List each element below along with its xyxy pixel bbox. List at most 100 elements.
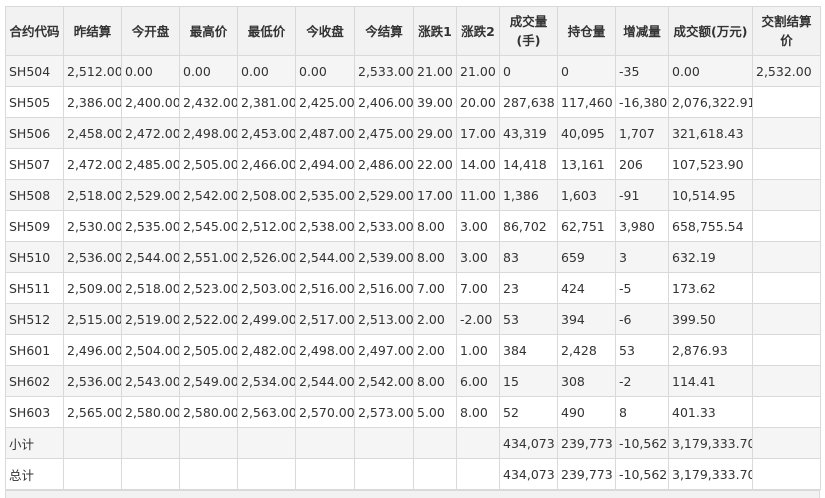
table-cell: 490 (557, 396, 616, 428)
table-cell: 2,523.00 (179, 272, 238, 304)
header-change-1: 涨跌1 (413, 6, 457, 56)
table-cell (121, 427, 180, 459)
table-cell: 0.00 (237, 55, 296, 87)
table-cell: 2,544.00 (121, 241, 180, 273)
table-cell: 7.00 (413, 272, 457, 304)
contract-code-cell: SH510 (5, 241, 64, 273)
table-cell: 2,570.00 (295, 396, 355, 428)
table-cell: 53 (615, 334, 669, 366)
header-open-interest: 持仓量 (557, 6, 616, 56)
table-cell (752, 334, 821, 366)
table-cell: 3,980 (615, 210, 669, 242)
table-cell: 3.00 (456, 210, 500, 242)
table-cell: -6 (615, 303, 669, 335)
table-cell: 2,425.00 (295, 86, 355, 118)
header-change-2: 涨跌2 (456, 6, 500, 56)
table-cell (179, 458, 238, 490)
table-cell: 632.19 (668, 241, 753, 273)
table-cell: 659 (557, 241, 616, 273)
table-cell: 2,513.00 (354, 303, 414, 335)
table-cell (752, 241, 821, 273)
table-row: SH507 2,472.00 2,485.00 2,505.00 2,466.00 2,4… (5, 148, 821, 180)
table-cell (752, 179, 821, 211)
table-cell: 2,533.00 (354, 210, 414, 242)
table-cell: 2,526.00 (237, 241, 296, 273)
table-row: 小计 434,073 239,773 -10,562 3,179,333.70 (5, 427, 821, 459)
table-cell: 239,773 (557, 458, 616, 490)
table-cell: 2,536.00 (63, 241, 122, 273)
table-cell: 17.00 (456, 117, 500, 149)
table-row: SH505 2,386.00 2,400.00 2,432.00 2,381.00 2,4… (5, 86, 821, 118)
table-cell: 239,773 (557, 427, 616, 459)
table-row: SH602 2,536.00 2,543.00 2,549.00 2,534.00 2,5… (5, 365, 821, 397)
table-cell: 2,400.00 (121, 86, 180, 118)
next-row-strip (5, 490, 820, 498)
table-cell: 1,386 (499, 179, 558, 211)
table-cell: 308 (557, 365, 616, 397)
table-cell: 52 (499, 396, 558, 428)
table-row: SH603 2,565.00 2,580.00 2,580.00 2,563.00 2,5… (5, 396, 821, 428)
table-cell: 107,523.90 (668, 148, 753, 180)
table-cell: 2,518.00 (121, 272, 180, 304)
table-cell: 5.00 (413, 396, 457, 428)
table-cell: 8.00 (456, 396, 500, 428)
table-cell: -35 (615, 55, 669, 87)
table-cell: 2,534.00 (237, 365, 296, 397)
table-cell: 2,544.00 (295, 365, 355, 397)
table-cell: 0.00 (668, 55, 753, 87)
contract-code-cell: 总计 (5, 458, 64, 490)
table-cell: 2,458.00 (63, 117, 122, 149)
table-cell: 2,498.00 (295, 334, 355, 366)
table-cell (295, 427, 355, 459)
table-cell: 8.00 (413, 241, 457, 273)
table-cell: 2,503.00 (237, 272, 296, 304)
table-cell (752, 365, 821, 397)
table-cell: 2,542.00 (354, 365, 414, 397)
table-header: 合约代码 昨结算 今开盘 最高价 最低价 今收盘 今结算 涨跌1 涨跌2 成交量(手) 持仓量 增减量… (5, 6, 821, 56)
table-cell: 399.50 (668, 303, 753, 335)
table-cell: 17.00 (413, 179, 457, 211)
table-row: SH504 2,512.00 0.00 0.00 0.00 0.00 2,533.00 21.… (5, 55, 821, 87)
table-cell: 206 (615, 148, 669, 180)
table-cell (237, 427, 296, 459)
table-cell: 0.00 (295, 55, 355, 87)
table-cell: 21.00 (456, 55, 500, 87)
header-settle: 今结算 (354, 6, 414, 56)
table-cell: 2,499.00 (237, 303, 296, 335)
table-cell: 2,522.00 (179, 303, 238, 335)
table-cell: -10,562 (615, 458, 669, 490)
table-cell: -91 (615, 179, 669, 211)
table-cell: 83 (499, 241, 558, 273)
table-cell: 2,519.00 (121, 303, 180, 335)
table-cell: 2,535.00 (121, 210, 180, 242)
table-row: SH512 2,515.00 2,519.00 2,522.00 2,499.00 2,5… (5, 303, 821, 335)
table-cell: 2,544.00 (295, 241, 355, 273)
table-row: SH511 2,509.00 2,518.00 2,523.00 2,503.00 2,5… (5, 272, 821, 304)
table-cell (354, 427, 414, 459)
table-cell: 2,428 (557, 334, 616, 366)
table-cell: 2,485.00 (121, 148, 180, 180)
header-volume: 成交量(手) (499, 6, 558, 56)
contract-code-cell: SH509 (5, 210, 64, 242)
table-cell (456, 427, 500, 459)
table-cell: 114.41 (668, 365, 753, 397)
table-cell: 321,618.43 (668, 117, 753, 149)
table-cell: 2,487.00 (295, 117, 355, 149)
header-low: 最低价 (237, 6, 296, 56)
table-cell: 2,535.00 (295, 179, 355, 211)
table-cell: 2,482.00 (237, 334, 296, 366)
table-cell: 2,466.00 (237, 148, 296, 180)
table-cell: 0.00 (121, 55, 180, 87)
contract-code-cell: 小计 (5, 427, 64, 459)
table-cell: 8 (615, 396, 669, 428)
table-cell: 2,549.00 (179, 365, 238, 397)
table-cell: 2,512.00 (237, 210, 296, 242)
table-cell: 2,516.00 (295, 272, 355, 304)
header-prev-settle: 昨结算 (63, 6, 122, 56)
contract-code-cell: SH602 (5, 365, 64, 397)
table-cell: 1,603 (557, 179, 616, 211)
table-cell: 2,539.00 (354, 241, 414, 273)
contract-code-cell: SH508 (5, 179, 64, 211)
table-cell: 3.00 (456, 241, 500, 273)
table-cell: -5 (615, 272, 669, 304)
